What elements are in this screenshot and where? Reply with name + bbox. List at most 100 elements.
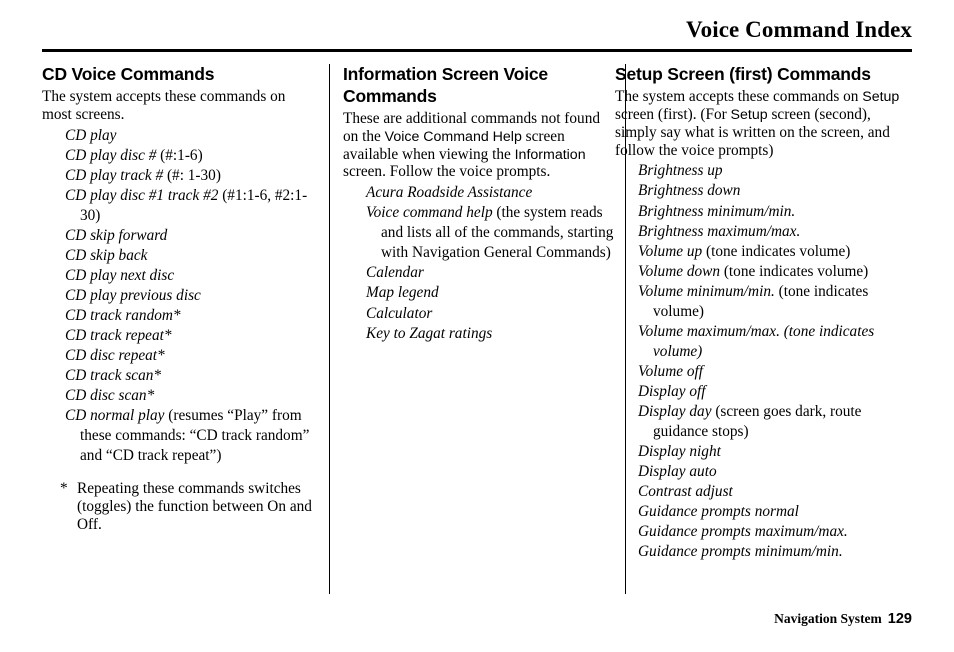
command-note: (tone indicates volume) [702, 242, 851, 260]
command-list-item: Guidance prompts normal [638, 502, 905, 522]
command-phrase: CD play track # [65, 166, 164, 184]
footer-label: Navigation System [774, 611, 882, 626]
screen-label: Voice Command Help [384, 128, 522, 145]
command-list-item: Volume up (tone indicates volume) [638, 242, 905, 262]
command-list-item: CD disc repeat* [65, 346, 314, 366]
command-list-information-screen-voice-commands: Acura Roadside Assistance Voice command h… [343, 183, 615, 343]
command-list-item: CD play track # (#: 1-30) [65, 166, 314, 186]
command-list-item: Contrast adjust [638, 482, 905, 502]
command-list-cd-voice-commands: CD play CD play disc # (#:1-6) CD play tra… [42, 126, 314, 467]
command-list-item: Volume minimum/min. (tone indicates volu… [638, 282, 905, 322]
command-phrase: CD play disc #1 track #2 [65, 186, 219, 204]
command-list-item: Display off [638, 382, 905, 402]
column-divider-1 [329, 64, 330, 594]
command-phrase: CD play next disc [65, 266, 175, 284]
command-phrase: Display auto [638, 462, 717, 480]
footnote-text: Repeating these commands switches (toggl… [77, 480, 312, 533]
command-phrase: Display day [638, 402, 712, 420]
command-list-item: CD normal play (resumes “Play” from thes… [65, 406, 314, 466]
command-phrase: Key to Zagat ratings [366, 324, 493, 342]
section-intro-setup-screen-first-commands: The system accepts these commands on Set… [615, 88, 905, 160]
command-phrase: Display off [638, 382, 706, 400]
command-phrase: Voice command help [366, 204, 493, 222]
section-intro-cd-voice-commands: The system accepts these commands on mos… [42, 88, 314, 124]
command-list-item: Brightness up [638, 161, 905, 181]
command-phrase: Guidance prompts minimum/min. [638, 543, 843, 561]
command-list-item: Acura Roadside Assistance [366, 183, 615, 203]
command-phrase: Guidance prompts maximum/max. [638, 523, 848, 540]
command-list-item: Volume maximum/max. (tone indicates volu… [638, 322, 905, 362]
command-phrase: CD play disc # [65, 146, 157, 164]
command-list-item: Display day (screen goes dark, route gui… [638, 402, 905, 442]
command-phrase: CD track scan* [65, 367, 162, 385]
command-list-item: CD track scan* [65, 366, 314, 386]
command-list-item: CD play disc #1 track #2 (#1:1-6, #2:1-3… [65, 186, 314, 226]
content-columns: CD Voice Commands The system accepts the… [42, 64, 912, 596]
column-information-screen-voice-commands: Information Screen Voice Commands These … [343, 64, 615, 596]
section-intro-information-screen-voice-commands: These are additional commands not found … [343, 110, 615, 182]
command-list-item: Brightness down [638, 181, 905, 201]
command-list-item: Calculator [366, 304, 615, 324]
command-list-item: CD track repeat* [65, 326, 314, 346]
command-list-item: CD play previous disc [65, 286, 314, 306]
command-list-item: Volume off [638, 362, 905, 382]
command-list-item: Calendar [366, 263, 615, 283]
command-phrase: Brightness up [638, 162, 723, 180]
section-title-information-screen-voice-commands: Information Screen Voice Commands [343, 64, 548, 106]
command-list-item: CD skip back [65, 246, 314, 266]
command-phrase: Calculator [366, 304, 433, 322]
section-title-cd-voice-commands: CD Voice Commands [42, 64, 215, 84]
command-list-item: CD play [65, 126, 314, 146]
command-list-item: CD play disc # (#:1-6) [65, 146, 314, 166]
command-phrase: CD skip back [65, 246, 148, 264]
command-phrase: Volume up [638, 242, 703, 260]
command-list-item: CD play next disc [65, 266, 314, 286]
command-note: (#:1-6) [156, 146, 203, 164]
intro-text: The system accepts these commands on [615, 87, 863, 105]
command-list-item: CD disc scan* [65, 386, 314, 406]
command-list-item: Brightness minimum/min. [638, 202, 905, 222]
command-phrase: Volume down [638, 262, 721, 280]
command-phrase: CD track random* [65, 306, 181, 324]
command-phrase: CD skip forward [65, 226, 168, 244]
command-phrase: CD track repeat* [65, 326, 172, 344]
section-title-setup-screen-first-commands: Setup Screen (first) Commands [615, 64, 871, 84]
command-phrase: Display night [638, 442, 721, 460]
intro-text: The system accepts these commands on mos… [42, 87, 286, 123]
command-note: (tone indicates volume) [720, 262, 869, 280]
screen-label: Setup [730, 106, 768, 123]
command-phrase: Brightness maximum/max. [638, 222, 801, 240]
command-phrase: Volume minimum/min. [638, 282, 775, 300]
command-list-item: Brightness maximum/max. [638, 222, 905, 242]
header-divider-rule [42, 49, 912, 52]
page-header: Voice Command Index [42, 17, 912, 42]
command-phrase: CD normal play [65, 407, 165, 425]
page-title: Voice Command Index [686, 17, 912, 42]
command-phrase: Volume maximum/max. (tone indicates volu… [638, 322, 875, 360]
command-list-item: Guidance prompts minimum/min. [638, 542, 905, 562]
command-phrase: Acura Roadside Assistance [366, 184, 533, 202]
footer-page-number: 129 [887, 611, 912, 627]
screen-label: Information [514, 146, 586, 163]
command-list-item: Key to Zagat ratings [366, 324, 615, 344]
command-phrase: Map legend [366, 284, 439, 302]
document-page: Voice Command Index CD Voice Commands Th… [0, 0, 954, 652]
column-setup-screen-first-commands: Setup Screen (first) Commands The system… [615, 64, 905, 596]
command-phrase: CD disc repeat* [65, 347, 165, 364]
command-list-item: Display auto [638, 462, 905, 482]
command-list-item: CD skip forward [65, 226, 314, 246]
column-cd-voice-commands: CD Voice Commands The system accepts the… [42, 64, 314, 596]
command-phrase: Volume off [638, 362, 704, 380]
command-phrase: Brightness down [638, 182, 741, 200]
footnote-cd-voice-commands: * Repeating these commands switches (togg… [42, 480, 314, 534]
screen-label: Setup [862, 88, 900, 105]
command-list-item: Display night [638, 442, 905, 462]
command-phrase: Calendar [366, 264, 424, 282]
command-phrase: CD disc scan* [65, 387, 155, 405]
command-phrase: Brightness minimum/min. [638, 202, 796, 220]
command-phrase: Contrast adjust [638, 482, 733, 500]
command-list-item: Volume down (tone indicates volume) [638, 262, 905, 282]
command-list-item: CD track random* [65, 306, 314, 326]
command-note: (#: 1-30) [163, 166, 221, 184]
command-list-setup-screen-first-commands: Brightness up Brightness down Brightness m… [615, 161, 905, 562]
